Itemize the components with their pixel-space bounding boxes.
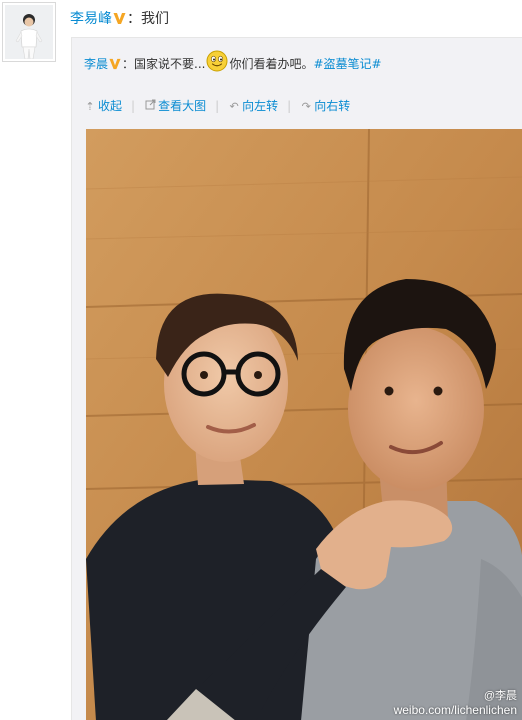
repost-text-after: 你们看着办吧。 bbox=[229, 57, 314, 71]
toolbar-divider: | bbox=[287, 99, 292, 113]
post-colon: ： bbox=[127, 11, 141, 27]
hashtag-link[interactable]: #盗墓笔记# bbox=[314, 57, 382, 71]
rotate-right-label: 向右转 bbox=[314, 99, 351, 113]
enlarge-icon bbox=[144, 97, 156, 117]
rotate-left-label: 向左转 bbox=[242, 99, 279, 113]
photo-watermark: @李晨 weibo.com/lichenlichen bbox=[394, 689, 517, 717]
arrow-up-icon: ⇡ bbox=[85, 100, 95, 113]
avatar-image bbox=[5, 5, 53, 59]
view-large-label: 查看大图 bbox=[158, 99, 207, 113]
image-toolbar: ⇡ 收起 | 查看大图 | ↶ 向左转 | ↷ 向右转 bbox=[84, 96, 350, 116]
collapse-label: 收起 bbox=[98, 99, 123, 113]
watermark-url: weibo.com/lichenlichen bbox=[393, 703, 517, 717]
vip-v-icon[interactable] bbox=[109, 54, 121, 78]
view-large-button[interactable]: 查看大图 bbox=[144, 96, 206, 117]
photo-image bbox=[86, 129, 522, 720]
toolbar-divider: | bbox=[215, 99, 220, 113]
toolbar-divider: | bbox=[131, 99, 136, 113]
smile-emoji-icon bbox=[206, 50, 228, 72]
post-author-link[interactable]: 李易峰 bbox=[70, 11, 112, 27]
rotate-right-button[interactable]: ↷ 向右转 bbox=[300, 96, 351, 117]
collapse-button[interactable]: ⇡ 收起 bbox=[84, 96, 122, 117]
weibo-post: 李易峰 ：我们 李晨 ：国家说不要... 你们看着办吧。#盗墓笔记# ⇡ 收起 | 查看大… bbox=[0, 0, 522, 720]
post-photo[interactable]: @李晨 weibo.com/lichenlichen bbox=[86, 129, 522, 720]
repost-header: 李晨 ：国家说不要... 你们看着办吧。#盗墓笔记# bbox=[84, 50, 382, 74]
repost-author-link[interactable]: 李晨 bbox=[84, 57, 108, 71]
avatar-figure-icon bbox=[5, 5, 53, 59]
rotate-left-icon: ↶ bbox=[229, 100, 239, 113]
repost-box: 李晨 ：国家说不要... 你们看着办吧。#盗墓笔记# ⇡ 收起 | 查看大图 | ↶ 向左转 |… bbox=[71, 37, 522, 720]
post-text: 我们 bbox=[141, 11, 169, 27]
repost-colon: ： bbox=[122, 57, 135, 71]
watermark-handle: @李晨 bbox=[483, 690, 517, 702]
rotate-left-button[interactable]: ↶ 向左转 bbox=[228, 96, 279, 117]
avatar[interactable] bbox=[2, 2, 56, 62]
vip-v-icon[interactable] bbox=[113, 11, 126, 31]
rotate-right-icon: ↷ bbox=[301, 100, 311, 113]
repost-text-before: 国家说不要... bbox=[134, 57, 206, 71]
post-header: 李易峰 ：我们 bbox=[70, 9, 169, 29]
